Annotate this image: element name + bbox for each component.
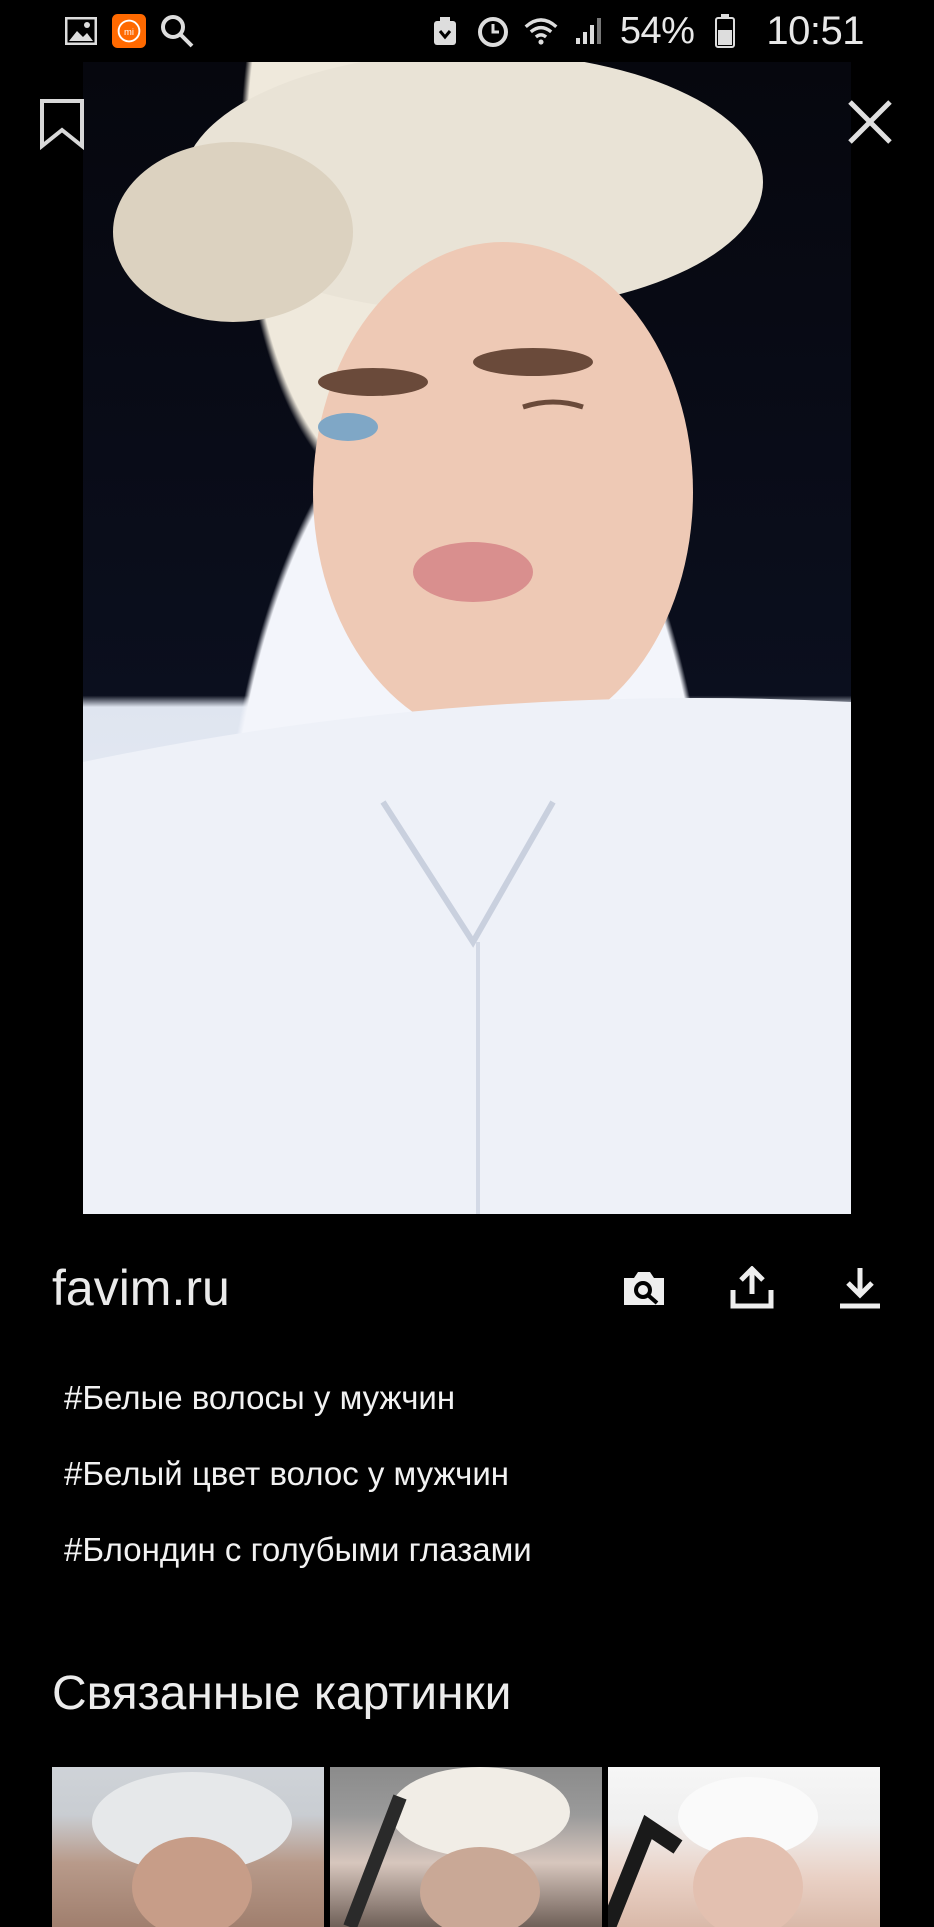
battery-percent: 54% (619, 9, 695, 52)
wifi-icon (524, 14, 558, 48)
bookmark-icon[interactable] (38, 98, 88, 151)
related-image-thumbnail[interactable] (608, 1767, 880, 1927)
signal-icon (572, 14, 606, 48)
tag-link[interactable]: #Белые волосы у мужчин (64, 1372, 532, 1448)
share-icon[interactable] (728, 1264, 776, 1312)
battery-icon (708, 14, 742, 48)
source-link[interactable]: favim.ru (52, 1259, 230, 1317)
gallery-icon (64, 14, 98, 48)
related-image-thumbnail[interactable] (52, 1767, 324, 1927)
source-row: favim.ru (52, 1252, 884, 1324)
notification-icon (428, 14, 462, 48)
status-bar-right: 54% 10:51 (428, 9, 864, 54)
tag-link[interactable]: #Белый цвет волос у мужчин (64, 1448, 532, 1524)
related-images-strip (52, 1767, 880, 1927)
related-images-title: Связанные картинки (52, 1667, 512, 1720)
tag-list: #Белые волосы у мужчин #Белый цвет волос… (64, 1372, 532, 1600)
image-actions (620, 1264, 884, 1312)
status-bar-left: mi (64, 14, 194, 48)
camera-search-icon[interactable] (620, 1264, 668, 1312)
portrait-illustration (83, 62, 851, 1214)
clock: 10:51 (766, 8, 864, 53)
tag-link[interactable]: #Блондин с голубыми глазами (64, 1524, 532, 1600)
search-icon (160, 14, 194, 48)
related-image-thumbnail[interactable] (330, 1767, 602, 1927)
svg-text:mi: mi (124, 27, 134, 38)
mi-app-icon: mi (112, 14, 146, 48)
download-icon[interactable] (836, 1264, 884, 1312)
status-bar: mi 54% 10:51 (0, 0, 934, 62)
main-image[interactable] (83, 62, 851, 1214)
close-icon[interactable] (846, 98, 896, 148)
alarm-icon (476, 14, 510, 48)
